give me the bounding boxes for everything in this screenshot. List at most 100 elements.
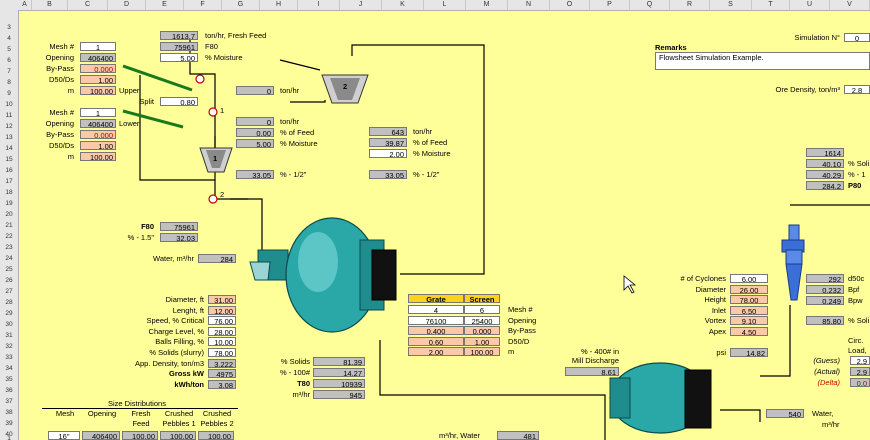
delta-label: (Delta) (817, 378, 840, 387)
simulation-value[interactable]: 0 (844, 33, 870, 42)
discharge-m3[interactable]: 945 (313, 390, 365, 399)
grate-cell[interactable]: 0.60 (408, 336, 464, 346)
cyclone-n-input[interactable]: 6.00 (730, 274, 768, 283)
grate-cell[interactable]: 0.400 (408, 326, 464, 336)
grate-cell[interactable]: 2.00 (408, 347, 464, 357)
underflow-solids[interactable]: 85.80 (806, 316, 844, 325)
upper-d50[interactable]: 1.00 (80, 75, 116, 84)
crusher1-rate[interactable]: 0 (236, 117, 274, 126)
mill-speed-input[interactable]: 76.00 (208, 316, 236, 326)
mill-density-label: App. Density, ton/m3 (134, 358, 204, 368)
crusher2-pct-feed[interactable]: 39.87 (369, 138, 407, 147)
screen-cell[interactable]: 0.000 (464, 326, 500, 336)
crusher1-rate-unit: ton/hr (280, 117, 300, 126)
ore-density-value[interactable]: 2.8 (844, 85, 870, 94)
upper-opening[interactable]: 406400 (80, 53, 116, 62)
cyclone-bpw-label: Bpw (848, 296, 863, 305)
mill-kwh-label: kWh/ton (174, 379, 204, 389)
cyclone-bpw[interactable]: 0.249 (806, 296, 844, 305)
mill-charge-input[interactable]: 28.00 (208, 326, 236, 336)
size-dist-header: Fresh (131, 409, 151, 418)
mill-feed-f80[interactable]: 75961 (160, 222, 198, 231)
cyclone-psi[interactable]: 14.82 (730, 348, 768, 357)
cyclone-d50c[interactable]: 292 (806, 274, 844, 283)
cyclone-height-label: Height (704, 295, 726, 305)
feed-f80[interactable]: 75961 (160, 42, 198, 51)
lower-mesh-input[interactable]: 1 (80, 108, 116, 117)
mill-feed-f80-label: F80 (141, 222, 154, 231)
upper-bypass[interactable]: 0.000 (80, 64, 116, 73)
guess-value[interactable]: 2.9 (850, 356, 870, 365)
mill-gross-input[interactable]: 4975 (208, 369, 236, 379)
crusher1-pct-feed[interactable]: 0.00 (236, 128, 274, 137)
discharge-solids[interactable]: 81.39 (313, 357, 365, 366)
undersize-line (139, 75, 216, 181)
mill-solids-input[interactable]: 78.00 (208, 348, 236, 357)
crusher2-minus-half[interactable]: 33.05 (369, 170, 407, 179)
ball-mill-line (720, 409, 761, 422)
lower-bypass[interactable]: 0.000 (80, 130, 116, 139)
overflow-minus[interactable]: 40.29 (806, 170, 844, 179)
mill-density-input[interactable]: 3.222 (208, 358, 236, 368)
size-dist-header: Crushed (164, 409, 194, 418)
remarks-text[interactable]: Flowsheet Simulation Example. (655, 52, 870, 70)
overflow-solids[interactable]: 40.10 (806, 159, 844, 168)
mill-kwh-input[interactable]: 3.08 (208, 379, 236, 389)
crusher2-moisture[interactable]: 2.00 (369, 149, 407, 158)
spreadsheet-sheet[interactable]: ABCDEFGHIJKLMNOPQRSTUVW 3456789101112131… (0, 0, 870, 440)
mill-water[interactable]: 284 (198, 254, 236, 263)
upper-mesh-input[interactable]: 1 (80, 42, 116, 51)
feed-moisture[interactable]: 5.00 (160, 53, 198, 62)
discharge-minus100[interactable]: 14.27 (313, 368, 365, 377)
mill-diameter-input[interactable]: 31.00 (208, 295, 236, 304)
cyclone-inlet-input[interactable]: 6.50 (730, 305, 768, 315)
lower-opening[interactable]: 406400 (80, 119, 116, 128)
size-dist-cell[interactable]: 100.00 (122, 431, 158, 440)
lower-d50[interactable]: 1.00 (80, 141, 116, 150)
screen-cell[interactable]: 1.00 (464, 336, 500, 346)
screen-cell[interactable]: 25400 (464, 315, 500, 325)
overflow-p80[interactable]: 284.2 (806, 181, 844, 190)
split-label: Split (139, 97, 154, 106)
fresh-feed-rate[interactable]: 1613.7 (160, 31, 198, 40)
cyclone-vortex-input[interactable]: 9.10 (730, 316, 768, 326)
grate-cell[interactable]: 4 (408, 305, 464, 314)
mill-gross-label: Gross kW (168, 369, 204, 379)
actual-value[interactable]: 2.9 (850, 367, 870, 376)
size-dist-cell[interactable]: 100.00 (160, 431, 196, 440)
minus400-value[interactable]: 8.61 (565, 367, 619, 376)
size-dist-cell[interactable]: 16" (48, 431, 80, 440)
size-dist-cell[interactable]: 406400 (82, 431, 120, 440)
mill-balls-input[interactable]: 10.00 (208, 337, 236, 347)
oversize-line (189, 56, 216, 115)
cyclone-apex-input[interactable]: 4.50 (730, 327, 768, 336)
upper-m[interactable]: 100.00 (80, 86, 116, 95)
grate-cell[interactable]: 76100 (408, 315, 464, 325)
mill-speed-label: Speed, % Critical (146, 316, 204, 326)
lower-m[interactable]: 100.00 (80, 152, 116, 161)
size-dist-cell[interactable]: 100.00 (198, 431, 234, 440)
cyclone-height-input[interactable]: 78.00 (730, 295, 768, 305)
crusher2-pct-feed-unit: % of Feed (413, 138, 448, 147)
water-bottom-value[interactable]: 481 (497, 431, 539, 440)
crusher1-pct-feed-unit: % of Feed (280, 128, 315, 137)
split-node-0 (195, 74, 205, 84)
screen-cell[interactable]: 100.00 (464, 347, 500, 357)
delta-value[interactable]: 0.0 (850, 378, 870, 387)
mill-length-input[interactable]: 12.00 (208, 305, 236, 315)
cyclone-diameter-input[interactable]: 26.00 (730, 284, 768, 294)
mill-feed-minus[interactable]: 32.03 (160, 233, 198, 242)
mill-balls-label: Balls Filling, % (155, 337, 204, 347)
overflow-rate[interactable]: 1614 (806, 148, 844, 157)
crusher1-moisture[interactable]: 5.00 (236, 139, 274, 148)
upper-oversize-rate[interactable]: 0 (236, 86, 274, 95)
split-value[interactable]: 0.80 (160, 97, 198, 106)
remarks-title: Remarks (655, 43, 687, 52)
ball-mill-water[interactable]: 540 (766, 409, 804, 418)
cyclone-bpf[interactable]: 0.232 (806, 285, 844, 294)
crusher1-minus-half[interactable]: 33.05 (236, 170, 274, 179)
discharge-t80[interactable]: 10939 (313, 379, 365, 388)
crusher2-number: 2 (343, 82, 348, 91)
screen-cell[interactable]: 6 (464, 305, 500, 314)
crusher2-rate[interactable]: 643 (369, 127, 407, 136)
